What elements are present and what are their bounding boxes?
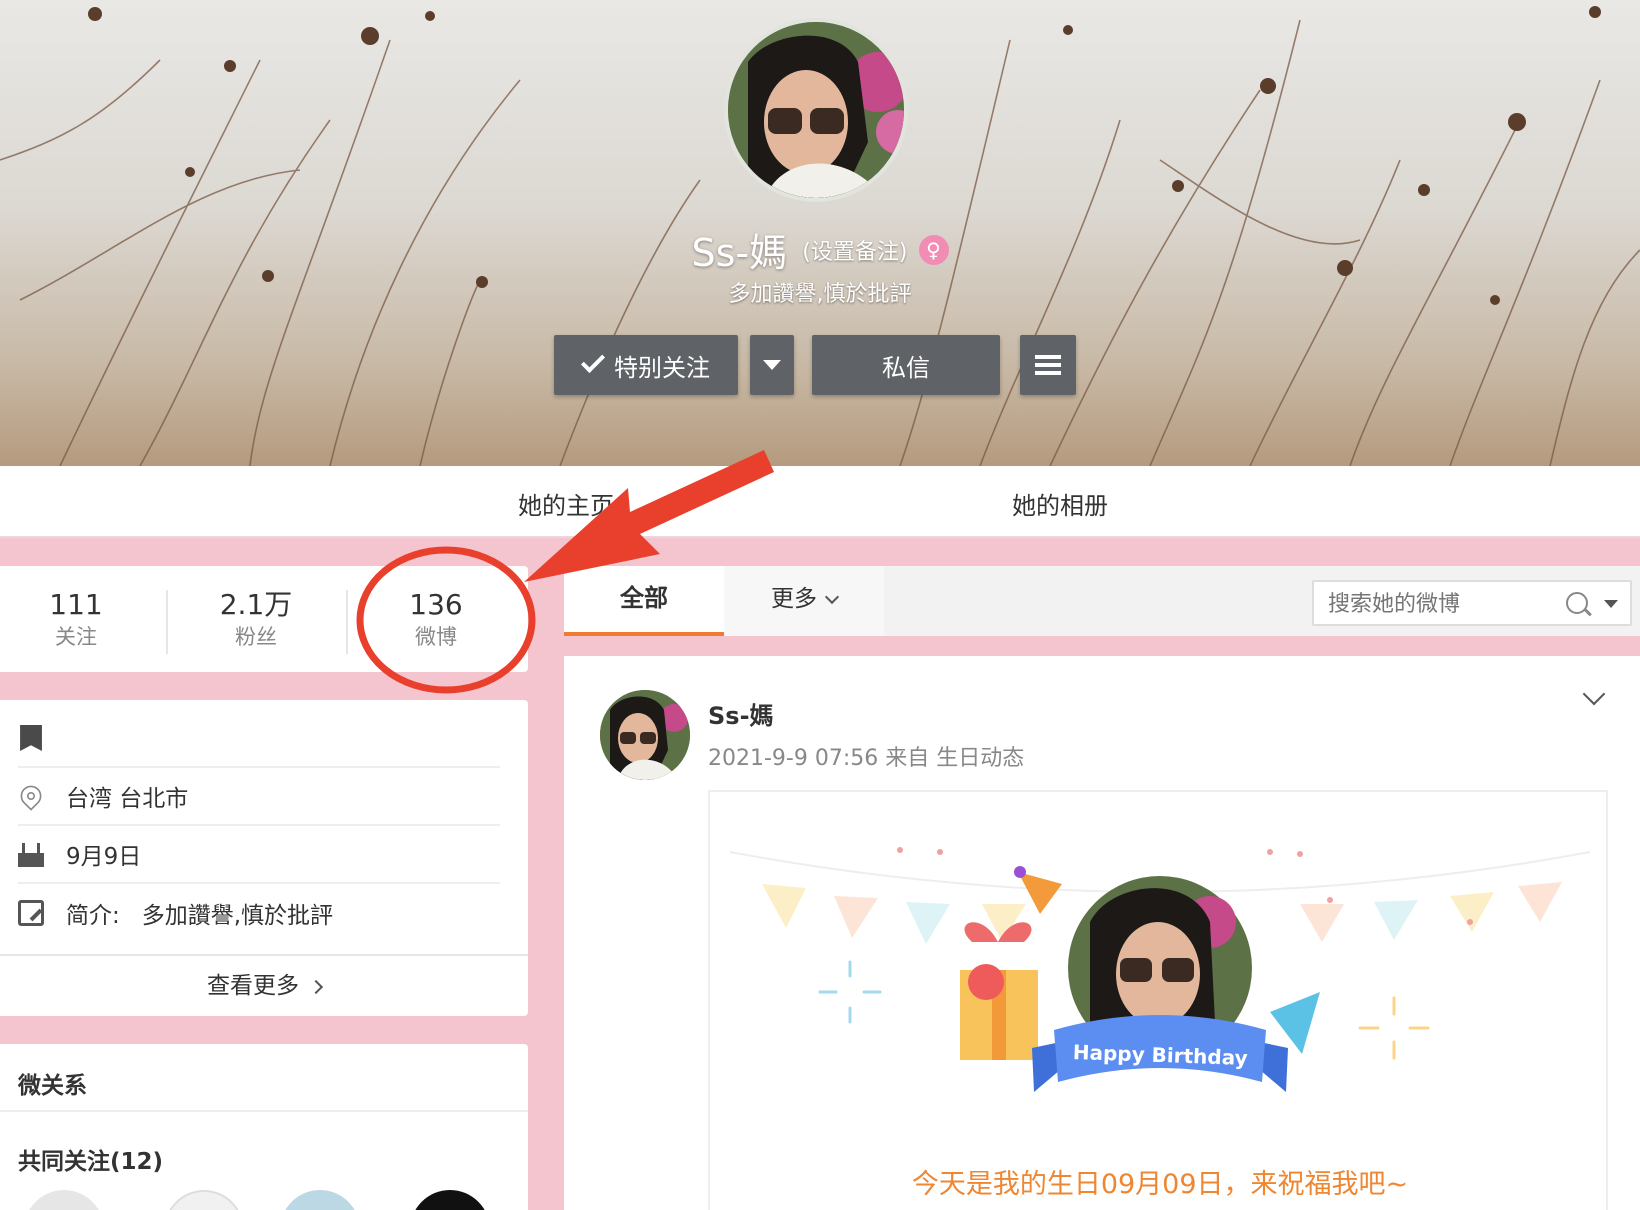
tab-more-label: 更多 [771,586,817,612]
birthday-card[interactable]: Happy Birthday 今天是我的生日09月09日，来祝福我吧~ [708,790,1608,1210]
caret-down-icon [763,360,781,370]
post-author-avatar[interactable] [600,690,690,780]
stat-following[interactable]: 111 关注 [0,588,156,652]
stat-divider [346,590,348,654]
tab-more[interactable]: 更多 [724,566,884,636]
weibo-search-box [1312,580,1632,626]
divider [0,1110,528,1112]
chevron-right-icon [308,979,324,994]
info-row-badge [18,710,500,768]
stat-fans-label: 粉丝 [235,625,277,649]
relations-title: 微关系 [18,1073,87,1099]
set-remark-link[interactable]: (设置备注) [802,240,907,265]
post-author-name[interactable]: Ss-媽 [708,696,774,731]
feed-tabs: 全部 更多 [564,566,1640,636]
profile-avatar[interactable] [724,18,908,202]
stat-divider [166,590,168,654]
chevron-down-icon [824,589,840,605]
bookmark-icon [20,725,42,751]
avatar-photo [728,22,904,198]
profile-name: Ss-媽 [691,231,788,275]
profile-name-row: Ss-媽 (设置备注) [0,222,1640,277]
edit-icon [18,900,44,926]
profile-bio: 多加讚譽,慎於批評 [728,282,912,307]
location-icon [16,781,46,811]
stat-following-label: 关注 [55,625,97,649]
tab-her-album[interactable]: 她的相册 [1012,486,1108,521]
more-menu-button[interactable] [1020,335,1076,395]
post-time[interactable]: 2021-9-9 07:56 [708,746,878,771]
stat-fans-value: 2.1万 [219,588,293,621]
intro-text: 多加讚譽,慎於批評 [141,903,334,929]
info-row-birthday: 9月9日 [18,826,500,884]
check-icon [580,348,606,374]
birthday-illustration: Happy Birthday [729,847,1591,1092]
tab-her-home[interactable]: 她的主页 [518,486,614,521]
special-follow-label: 特别关注 [614,353,710,382]
common-following-title[interactable]: 共同关注(12) [18,1142,163,1176]
stats-panel: 111 关注 2.1万 粉丝 136 微博 [0,566,528,672]
feed-post: Ss-媽 2021-9-9 07:56 来自 生日动态 Happy Birthd… [564,656,1640,1210]
female-icon [918,234,949,265]
caret-down-icon[interactable] [1604,600,1618,608]
follow-dropdown-button[interactable] [750,335,794,395]
see-more-label: 查看更多 [207,973,299,999]
intro-label: 简介: [66,903,120,929]
stat-following-value: 111 [49,588,103,621]
stat-weibo[interactable]: 136 微博 [356,588,516,652]
search-icon[interactable] [1566,592,1588,614]
stat-weibo-label: 微博 [415,625,457,649]
profile-cover: Ss-媽 (设置备注) 多加讚譽,慎於批評 特别关注 私信 [0,0,1640,466]
info-row-location: 台湾 台北市 [16,768,500,826]
see-more-link[interactable]: 查看更多 [0,954,528,1016]
stat-fans[interactable]: 2.1万 粉丝 [176,588,336,652]
profile-nav: 她的主页 她的相册 [0,466,1640,538]
birthday-caption: 今天是我的生日09月09日，来祝福我吧~ [911,1169,1409,1200]
info-row-intro: 简介: 多加讚譽,慎於批評 [18,884,500,942]
birthday-text: 9月9日 [66,844,142,870]
tab-all[interactable]: 全部 [564,566,724,636]
special-follow-button[interactable]: 特别关注 [554,335,738,395]
menu-icon [1035,355,1061,375]
search-input[interactable] [1328,588,1548,620]
private-message-label: 私信 [882,353,930,382]
post-options-chevron-icon[interactable] [1582,682,1606,706]
stat-weibo-value: 136 [409,588,463,621]
avatar-photo [600,690,690,780]
post-meta: 2021-9-9 07:56 来自 生日动态 [708,740,1024,772]
private-message-button[interactable]: 私信 [812,335,1000,395]
relations-panel: 微关系 共同关注(12) [0,1044,528,1210]
location-text: 台湾 台北市 [66,786,189,812]
cake-icon [18,841,44,867]
post-source: 来自 生日动态 [885,746,1025,771]
